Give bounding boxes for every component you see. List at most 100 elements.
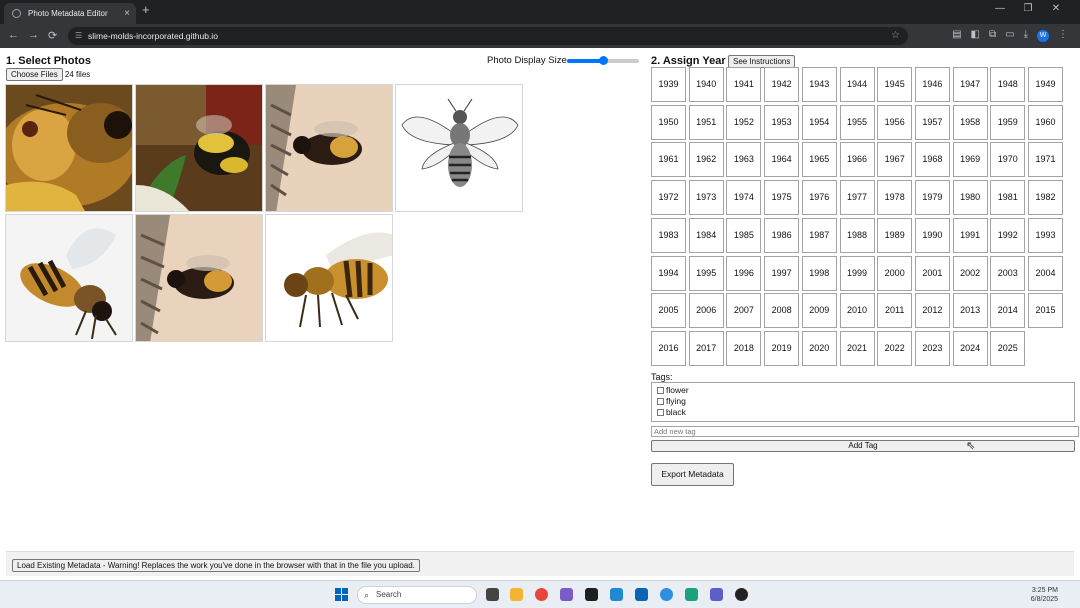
- year-button[interactable]: 2001: [914, 255, 950, 291]
- year-button[interactable]: 1993: [1028, 217, 1063, 253]
- year-button[interactable]: 1983: [651, 217, 686, 253]
- year-button[interactable]: 2025: [990, 330, 1026, 366]
- year-button[interactable]: 1964: [764, 142, 800, 178]
- year-button[interactable]: 2017: [688, 330, 724, 366]
- year-button[interactable]: 2006: [688, 293, 724, 329]
- year-button[interactable]: 2018: [726, 330, 762, 366]
- year-button[interactable]: 2013: [952, 293, 988, 329]
- add-tag-button[interactable]: Add Tag: [651, 440, 1075, 452]
- slider-thumb[interactable]: [599, 56, 608, 65]
- vscode-icon[interactable]: [610, 588, 623, 601]
- year-button[interactable]: 1997: [764, 255, 800, 291]
- task-view-icon[interactable]: [486, 588, 499, 601]
- year-button[interactable]: 1977: [839, 180, 875, 216]
- year-button[interactable]: 1967: [877, 142, 913, 178]
- browser-tab[interactable]: Photo Metadata Editor ×: [4, 3, 136, 24]
- year-button[interactable]: 1975: [764, 180, 800, 216]
- year-button[interactable]: 1978: [877, 180, 913, 216]
- close-window-icon[interactable]: ✕: [1042, 3, 1070, 14]
- year-button[interactable]: 1954: [801, 104, 837, 140]
- export-metadata-button[interactable]: Export Metadata: [651, 463, 734, 486]
- year-button[interactable]: 1944: [839, 67, 875, 102]
- app-icon[interactable]: [560, 588, 573, 601]
- new-tab-button[interactable]: +: [142, 2, 150, 17]
- year-button[interactable]: 2024: [952, 330, 988, 366]
- year-button[interactable]: 1949: [1028, 67, 1063, 102]
- system-clock[interactable]: 3:25 PM 6/8/2025: [1031, 586, 1058, 604]
- year-button[interactable]: 2010: [839, 293, 875, 329]
- cast-icon[interactable]: ▭: [1005, 29, 1014, 40]
- year-button[interactable]: 1950: [651, 104, 686, 140]
- year-button[interactable]: 1976: [801, 180, 837, 216]
- year-button[interactable]: 1963: [726, 142, 762, 178]
- tag-item[interactable]: flower: [657, 385, 1069, 396]
- year-button[interactable]: 2003: [990, 255, 1026, 291]
- photo-thumbnail[interactable]: [5, 84, 133, 212]
- year-button[interactable]: 1981: [990, 180, 1026, 216]
- reload-icon[interactable]: ⟳: [48, 29, 57, 42]
- address-bar[interactable]: ☰ slime-molds-incorporated.github.io ☆: [68, 27, 908, 45]
- puzzle-icon[interactable]: ⧉: [989, 29, 996, 40]
- notepad-icon[interactable]: [685, 588, 698, 601]
- github-icon[interactable]: [735, 588, 748, 601]
- year-button[interactable]: 1939: [651, 67, 686, 102]
- tag-checkbox[interactable]: [657, 409, 664, 416]
- year-button[interactable]: 1973: [688, 180, 724, 216]
- photo-size-slider[interactable]: [567, 56, 639, 65]
- site-info-icon[interactable]: ☰: [75, 27, 82, 45]
- year-button[interactable]: 1943: [801, 67, 837, 102]
- year-button[interactable]: 1946: [914, 67, 950, 102]
- year-button[interactable]: 1942: [764, 67, 800, 102]
- bookmark-star-icon[interactable]: ☆: [891, 27, 900, 45]
- new-tag-input[interactable]: Add new tag: [651, 426, 1079, 437]
- year-button[interactable]: 2022: [877, 330, 913, 366]
- photo-thumbnail[interactable]: [395, 84, 523, 212]
- year-button[interactable]: 1948: [990, 67, 1026, 102]
- year-button[interactable]: 1970: [990, 142, 1026, 178]
- year-button[interactable]: 1998: [801, 255, 837, 291]
- year-button[interactable]: 2016: [651, 330, 686, 366]
- year-button[interactable]: 1968: [914, 142, 950, 178]
- year-button[interactable]: 1959: [990, 104, 1026, 140]
- year-button[interactable]: 1971: [1028, 142, 1063, 178]
- year-button[interactable]: 1991: [952, 217, 988, 253]
- maximize-icon[interactable]: ❐: [1014, 3, 1042, 14]
- tag-checkbox[interactable]: [657, 387, 664, 394]
- year-button[interactable]: 2004: [1028, 255, 1063, 291]
- year-button[interactable]: 1941: [726, 67, 762, 102]
- outlook-icon[interactable]: [635, 588, 648, 601]
- year-button[interactable]: 1992: [990, 217, 1026, 253]
- year-button[interactable]: 1974: [726, 180, 762, 216]
- year-button[interactable]: 1957: [914, 104, 950, 140]
- back-icon[interactable]: ←: [8, 29, 19, 41]
- year-button[interactable]: 1972: [651, 180, 686, 216]
- photo-thumbnail[interactable]: [265, 214, 393, 342]
- year-button[interactable]: 1955: [839, 104, 875, 140]
- year-button[interactable]: 1947: [952, 67, 988, 102]
- year-button[interactable]: 1994: [651, 255, 686, 291]
- reading-list-icon[interactable]: ▤: [952, 29, 961, 40]
- year-button[interactable]: 1990: [914, 217, 950, 253]
- year-button[interactable]: 1956: [877, 104, 913, 140]
- year-button[interactable]: 2011: [877, 293, 913, 329]
- photo-thumbnail[interactable]: [265, 84, 393, 212]
- year-button[interactable]: 2021: [839, 330, 875, 366]
- year-button[interactable]: 1961: [651, 142, 686, 178]
- year-button[interactable]: 1996: [726, 255, 762, 291]
- year-button[interactable]: 1951: [688, 104, 724, 140]
- year-button[interactable]: 2002: [952, 255, 988, 291]
- load-metadata-button[interactable]: Load Existing Metadata - Warning! Replac…: [12, 559, 420, 572]
- taskbar-search[interactable]: ⌕ Search: [357, 586, 477, 604]
- year-button[interactable]: 1989: [877, 217, 913, 253]
- minimize-icon[interactable]: —: [986, 3, 1014, 14]
- forward-icon[interactable]: →: [28, 29, 39, 41]
- edge-icon[interactable]: [660, 588, 673, 601]
- extension-icon[interactable]: ◧: [971, 29, 980, 40]
- tab-close-icon[interactable]: ×: [124, 3, 130, 24]
- year-button[interactable]: 2023: [914, 330, 950, 366]
- year-button[interactable]: 1980: [952, 180, 988, 216]
- year-button[interactable]: 2005: [651, 293, 686, 329]
- photo-thumbnail[interactable]: [135, 84, 263, 212]
- year-button[interactable]: 1952: [726, 104, 762, 140]
- file-explorer-icon[interactable]: [510, 588, 523, 601]
